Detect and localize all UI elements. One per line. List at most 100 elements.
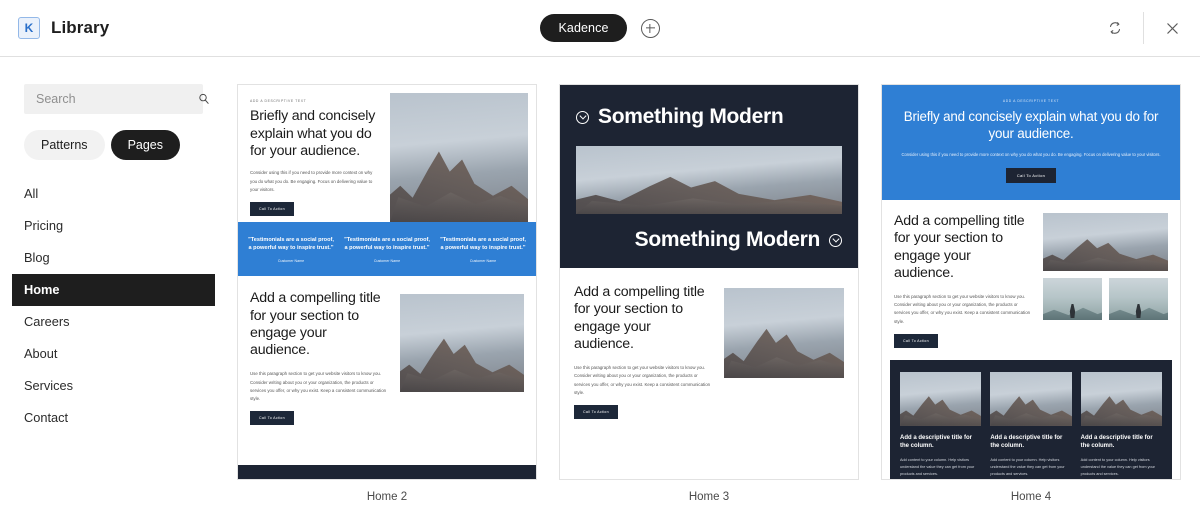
- tab-patterns[interactable]: Patterns: [24, 130, 105, 160]
- hero-title-row-bottom: Something Modern: [576, 228, 842, 252]
- section-cta-button[interactable]: Call To Action: [574, 404, 618, 419]
- kadence-library-pill[interactable]: Kadence: [540, 14, 627, 42]
- template-label: Home 4: [1010, 491, 1052, 503]
- column-title: Add a descriptive title for the column.: [1080, 434, 1153, 450]
- testimonial-quote: "Testimonials are a social proof, a powe…: [248, 237, 334, 252]
- hero-section-dark: Something Modern Something Modern: [560, 85, 858, 268]
- column-title: Add a descriptive title for the column.: [900, 434, 973, 450]
- column-body: Add content to your column. Help visitor…: [990, 457, 1065, 477]
- hero-title-top: Something Modern: [598, 105, 784, 128]
- section-body: Use this paragraph section to get your w…: [250, 371, 387, 401]
- testimonial-quote: "Testimonials are a social proof, a powe…: [344, 237, 430, 252]
- search-icon: [197, 92, 211, 106]
- header-actions: [1087, 0, 1200, 56]
- content-section: Add a compelling title for your section …: [560, 268, 858, 419]
- column-body: Add content to your column. Help visitor…: [900, 457, 975, 477]
- template-card-home-4: ADD A DESCRIPTIVE TEXT Briefly and conci…: [881, 84, 1181, 517]
- column-body: Add content to your column. Help visitor…: [1080, 457, 1155, 477]
- mountain-photo: [390, 93, 528, 222]
- three-column-section: Add a descriptive title for the column. …: [890, 359, 1172, 479]
- sidebar-item-contact[interactable]: Contact: [12, 402, 215, 434]
- testimonial-item: "Testimonials are a social proof, a powe…: [246, 236, 336, 263]
- content-text: Add a compelling title for your section …: [894, 213, 1034, 348]
- hero-heading: Briefly and concisely explain what you d…: [250, 108, 376, 160]
- hero-section-blue: ADD A DESCRIPTIVE TEXT Briefly and conci…: [882, 85, 1180, 200]
- search-field[interactable]: [24, 84, 209, 114]
- content-section: Add a compelling title for your section …: [882, 200, 1180, 348]
- refresh-icon[interactable]: [1087, 0, 1143, 56]
- hero-section: ADD A DESCRIPTIVE TEXT Briefly and conci…: [238, 85, 536, 222]
- hero-text: ADD A DESCRIPTIVE TEXT Briefly and conci…: [238, 85, 390, 222]
- app-body: Patterns Pages All Pricing Blog Home Car…: [0, 57, 1200, 517]
- tab-pages[interactable]: Pages: [110, 130, 181, 160]
- content-gallery: [1043, 212, 1168, 348]
- close-icon[interactable]: [1144, 0, 1200, 56]
- column-item: Add a descriptive title for the column. …: [900, 371, 982, 479]
- column-title: Add a descriptive title for the column.: [990, 434, 1063, 450]
- template-card-home-3: Something Modern Something Modern Add a …: [559, 84, 859, 517]
- search-input[interactable]: [36, 92, 197, 106]
- gallery-row: [1043, 277, 1168, 320]
- category-nav: All Pricing Blog Home Careers About Serv…: [12, 178, 215, 435]
- misty-figure-photo: [1043, 277, 1102, 320]
- sidebar-item-services[interactable]: Services: [12, 370, 215, 402]
- template-label: Home 3: [688, 491, 730, 503]
- template-label: Home 2: [366, 491, 408, 503]
- header-center-controls: Kadence: [0, 0, 1200, 56]
- section-cta-button[interactable]: Call To Action: [250, 411, 294, 426]
- section-heading: Add a compelling title for your section …: [574, 284, 705, 352]
- hero-title-bottom: Something Modern: [634, 228, 821, 251]
- hero-body: Consider using this if you need to provi…: [901, 151, 1161, 157]
- plus-circle-icon[interactable]: [640, 18, 660, 38]
- template-preview-home-3[interactable]: Something Modern Something Modern Add a …: [559, 84, 859, 480]
- hero-cta-button[interactable]: Call To Action: [1005, 167, 1057, 183]
- section-body: Use this paragraph section to get your w…: [894, 294, 1031, 324]
- template-card-home-2: ADD A DESCRIPTIVE TEXT Briefly and conci…: [237, 84, 537, 517]
- sidebar: Patterns Pages All Pricing Blog Home Car…: [0, 57, 225, 517]
- testimonial-author: Customer Name: [277, 259, 305, 264]
- template-preview-home-4[interactable]: ADD A DESCRIPTIVE TEXT Briefly and conci…: [881, 84, 1181, 480]
- template-preview-grid: ADD A DESCRIPTIVE TEXT Briefly and conci…: [225, 57, 1200, 517]
- section-cta-button[interactable]: Call To Action: [894, 333, 938, 348]
- kadence-k-logo-icon: K: [18, 17, 40, 39]
- mountain-photo: [1080, 371, 1162, 426]
- section-heading: Add a compelling title for your section …: [250, 290, 381, 359]
- hero-body: Consider using this if you need to provi…: [250, 170, 373, 192]
- footer-bar: [238, 465, 536, 479]
- testimonial-item: "Testimonials are a social proof, a powe…: [438, 236, 528, 263]
- template-preview-home-2[interactable]: ADD A DESCRIPTIVE TEXT Briefly and conci…: [237, 84, 537, 480]
- hero-cta-button[interactable]: Call To Action: [250, 201, 294, 216]
- content-type-toggle: Patterns Pages: [24, 130, 203, 160]
- testimonial-author: Customer Name: [469, 259, 497, 264]
- sidebar-item-blog[interactable]: Blog: [12, 242, 215, 274]
- misty-figure-photo: [1109, 277, 1168, 320]
- sidebar-item-about[interactable]: About: [12, 338, 215, 370]
- hero-eyebrow: ADD A DESCRIPTIVE TEXT: [1002, 99, 1060, 103]
- hero-title-row-top: Something Modern: [576, 105, 842, 129]
- mountain-photo: [400, 294, 524, 393]
- mountain-photo: [990, 371, 1072, 426]
- hero-heading: Briefly and concisely explain what you d…: [903, 109, 1159, 142]
- content-text: Add a compelling title for your section …: [574, 284, 714, 419]
- testimonial-item: "Testimonials are a social proof, a powe…: [342, 236, 432, 263]
- mountain-photo: [724, 288, 844, 378]
- sidebar-item-all[interactable]: All: [12, 178, 215, 210]
- page-title: Library: [51, 18, 110, 37]
- section-heading: Add a compelling title for your section …: [894, 212, 1025, 281]
- sidebar-item-careers[interactable]: Careers: [12, 306, 215, 338]
- sidebar-item-pricing[interactable]: Pricing: [12, 210, 215, 242]
- hero-eyebrow: ADD A DESCRIPTIVE TEXT: [250, 99, 307, 103]
- section-body: Use this paragraph section to get your w…: [574, 365, 711, 395]
- testimonials-section: "Testimonials are a social proof, a powe…: [238, 222, 536, 277]
- column-item: Add a descriptive title for the column. …: [1080, 371, 1162, 479]
- mountain-photo: [576, 146, 842, 214]
- column-item: Add a descriptive title for the column. …: [990, 371, 1072, 479]
- circle-arrow-down-icon: [829, 233, 842, 247]
- testimonial-author: Customer Name: [373, 259, 401, 264]
- mountain-photo: [900, 371, 982, 426]
- circle-arrow-down-icon: [576, 110, 589, 124]
- content-section: Add a compelling title for your section …: [238, 276, 536, 426]
- testimonial-quote: "Testimonials are a social proof, a powe…: [440, 237, 526, 252]
- app-header: K Library Kadence: [0, 0, 1200, 57]
- sidebar-item-home[interactable]: Home: [12, 274, 215, 307]
